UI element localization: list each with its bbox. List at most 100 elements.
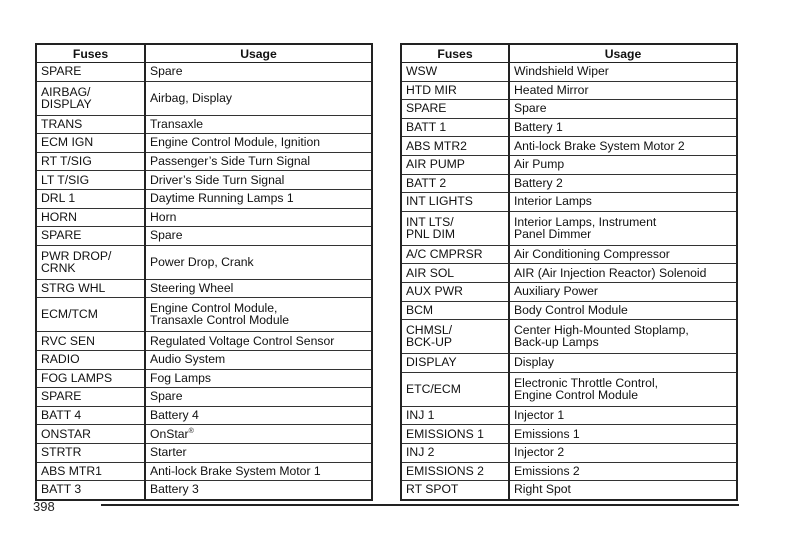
table-row: FOG LAMPS Fog Lamps <box>35 368 373 389</box>
registered-trademark-mark: ® <box>188 427 194 435</box>
table-row: SPARE Spare <box>400 99 738 119</box>
table-row: STRG WHL Steering Wheel <box>35 278 373 299</box>
fuse-usage-cell: Battery 1 <box>508 117 738 138</box>
column-header-fuses: Fuses <box>35 43 146 63</box>
usage-text: Transaxle <box>150 116 204 131</box>
fuse-table-left: Fuses Usage SPARE Spare AIRBAG/DISPLAY Airb… <box>35 43 373 501</box>
fuse-name-cell: BATT 2 <box>400 173 510 194</box>
fuse-name-cell: TRANS <box>35 114 146 135</box>
usage-text: Horn <box>150 209 177 224</box>
fuse-usage-cell: Right Spot <box>508 480 738 501</box>
usage-text: Starter <box>150 445 187 460</box>
fuse-usage-cell: Auxiliary Power <box>508 281 738 302</box>
table-row: WSW Windshield Wiper <box>400 62 738 82</box>
table-row: INJ 2 Injector 2 <box>400 442 738 463</box>
fuse-name-cell: LT T/SIG <box>35 170 146 190</box>
fuse-name-cell: ECM IGN <box>35 133 146 153</box>
fuse-usage-cell: Anti-lock Brake System Motor 2 <box>508 136 738 156</box>
fuse-name-cell: FOG LAMPS <box>35 368 146 389</box>
usage-text: Interior Lamps, Instrument Panel Dimmer <box>514 214 657 241</box>
usage-text: Battery 1 <box>514 120 563 135</box>
usage-text: Right Spot <box>514 482 571 497</box>
fuse-usage-cell: Battery 2 <box>508 173 738 194</box>
usage-text: Engine Control Module, Transaxle Control … <box>150 301 290 328</box>
usage-text: Windshield Wiper <box>514 64 609 79</box>
fuse-usage-cell: Regulated Voltage Control Sensor <box>144 331 373 351</box>
fuse-usage-cell: Spare <box>144 62 373 82</box>
fuse-usage-cell: Engine Control Module, Transaxle Control … <box>144 297 373 333</box>
usage-text: Auxiliary Power <box>514 284 598 299</box>
fuse-usage-cell: Driver’s Side Turn Signal <box>144 170 373 190</box>
fuse-usage-cell: Starter <box>144 442 373 463</box>
fuse-usage-cell: Emissions 1 <box>508 424 738 444</box>
table-row: A/C CMPRSR Air Conditioning Compressor <box>400 244 738 265</box>
fuse-name-cell: HORN <box>35 207 146 228</box>
usage-text: Battery 2 <box>514 175 563 190</box>
table-row: BATT 3 Battery 3 <box>35 480 373 501</box>
table-row: SPARE Spare <box>35 62 373 82</box>
table-row: DISPLAY Display <box>400 353 738 373</box>
fuse-name-cell: DRL 1 <box>35 188 146 209</box>
usage-text: Spare <box>150 389 183 404</box>
table-row: HORN Horn <box>35 207 373 228</box>
table-row: BATT 4 Battery 4 <box>35 405 373 426</box>
fuse-usage-cell: Interior Lamps <box>508 192 738 212</box>
usage-text: Passenger’s Side Turn Signal <box>150 154 311 169</box>
fuse-usage-cell: Center High-Mounted Stoplamp, Back-up Lam… <box>508 319 738 355</box>
fuse-usage-cell: Spare <box>144 387 373 407</box>
column-header-usage: Usage <box>508 43 738 63</box>
fuse-name-cell: SPARE <box>400 99 510 119</box>
fuse-name-cell: INJ 1 <box>400 405 510 426</box>
fuse-name-cell: SPARE <box>35 226 146 246</box>
fuse-usage-cell: Injector 1 <box>508 405 738 426</box>
fuse-usage-cell: Display <box>508 353 738 373</box>
fuse-table-right: Fuses Usage WSW Windshield Wiper HTD MIR He… <box>400 43 738 501</box>
fuse-name-cell: ABS MTR1 <box>35 461 146 482</box>
fuse-usage-cell: Horn <box>144 207 373 228</box>
table-row: AIRBAG/DISPLAY Airbag, Display <box>35 80 373 116</box>
table-row: AUX PWR Auxiliary Power <box>400 281 738 302</box>
fuse-usage-cell: Fog Lamps <box>144 368 373 389</box>
fuse-name-cell: RVC SEN <box>35 331 146 351</box>
fuse-usage-cell: Passenger’s Side Turn Signal <box>144 151 373 172</box>
usage-text: Power Drop, Crank <box>150 254 254 269</box>
table-row: ABS MTR2 Anti-lock Brake System Motor 2 <box>400 136 738 156</box>
usage-text: Emissions 1 <box>514 426 580 441</box>
fuse-name-cell: ONSTAR <box>35 424 146 444</box>
fuse-usage-cell: Power Drop, Crank <box>144 244 373 280</box>
usage-text: Steering Wheel <box>150 281 234 296</box>
table-row: INT LTS/PNL DIM Interior Lamps, Instrumen… <box>400 210 738 246</box>
page-number: 398 <box>33 499 55 514</box>
fuse-name-cell: AIR PUMP <box>400 154 510 175</box>
fuse-usage-cell: Anti-lock Brake System Motor 1 <box>144 461 373 482</box>
table-row: LT T/SIG Driver’s Side Turn Signal <box>35 170 373 190</box>
table-row: TRANS Transaxle <box>35 114 373 135</box>
table-row: RADIO Audio System <box>35 349 373 370</box>
fuse-name-cell: ETC/ECM <box>400 371 510 407</box>
usage-text: Injector 2 <box>514 445 565 460</box>
fuse-usage-cell: Body Control Module <box>508 300 738 321</box>
table-row: STRTR Starter <box>35 442 373 463</box>
fuse-name-cell: RT SPOT <box>400 480 510 501</box>
table-body: SPARE Spare AIRBAG/DISPLAY Airbag, Display T… <box>35 62 373 501</box>
usage-text: Interior Lamps <box>514 194 592 209</box>
usage-text: AIR (Air Injection Reactor) Solenoid <box>514 265 707 280</box>
fuse-usage-cell: Windshield Wiper <box>508 62 738 82</box>
fuse-name-cell: INJ 2 <box>400 442 510 463</box>
table-row: ABS MTR1 Anti-lock Brake System Motor 1 <box>35 461 373 482</box>
table-row: EMISSIONS 2 Emissions 2 <box>400 461 738 482</box>
usage-text: Air Pump <box>514 157 565 172</box>
fuse-name-cell: RADIO <box>35 349 146 370</box>
fuse-name-cell: INT LIGHTS <box>400 192 510 212</box>
fuse-usage-cell: Spare <box>144 226 373 246</box>
fuse-name-cell: ECM/TCM <box>35 297 146 333</box>
fuse-usage-cell: Daytime Running Lamps 1 <box>144 188 373 209</box>
fuse-name-cell: BCM <box>400 300 510 321</box>
fuse-name-cell: AIRBAG/DISPLAY <box>35 80 146 116</box>
table-row: AIR PUMP Air Pump <box>400 154 738 175</box>
usage-text: OnStar <box>150 426 189 441</box>
fuse-usage-cell: Engine Control Module, Ignition <box>144 133 373 153</box>
fuse-usage-cell: Audio System <box>144 349 373 370</box>
usage-text: Airbag, Display <box>150 90 232 105</box>
table-header-row: Fuses Usage <box>35 43 373 63</box>
